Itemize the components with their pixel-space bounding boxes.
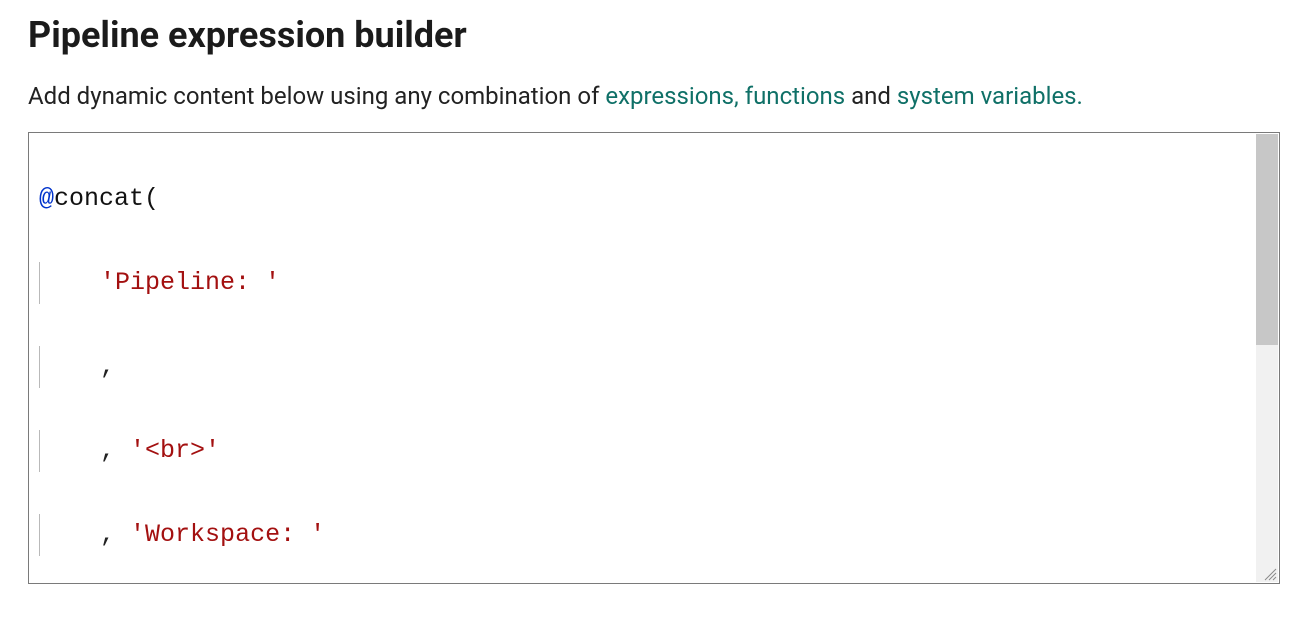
link-expressions[interactable]: expressions,	[605, 82, 738, 110]
description-mid: and	[845, 82, 897, 110]
expression-editor-scroll[interactable]: @concat( 'Pipeline: ' , , '<br>' , 'Work…	[29, 133, 1279, 583]
string-literal: '<br>'	[130, 436, 220, 465]
comma-token: ,	[100, 520, 115, 549]
string-literal: 'Workspace: '	[130, 520, 325, 549]
function-name: concat	[54, 184, 144, 213]
description-text: Add dynamic content below using any comb…	[28, 82, 1280, 110]
comma-token: ,	[100, 352, 115, 381]
expression-code[interactable]: @concat( 'Pipeline: ' , , '<br>' , 'Work…	[29, 133, 1279, 583]
link-functions[interactable]: functions	[745, 82, 845, 110]
page-title: Pipeline expression builder	[28, 14, 1280, 56]
link-system-variables[interactable]: system variables.	[897, 82, 1083, 110]
string-literal: 'Pipeline: '	[100, 268, 280, 297]
comma-token: ,	[100, 436, 115, 465]
description-prefix: Add dynamic content below using any comb…	[28, 82, 605, 110]
expression-editor[interactable]: @concat( 'Pipeline: ' , , '<br>' , 'Work…	[28, 132, 1280, 584]
at-token: @	[39, 184, 54, 213]
open-paren: (	[144, 184, 159, 213]
